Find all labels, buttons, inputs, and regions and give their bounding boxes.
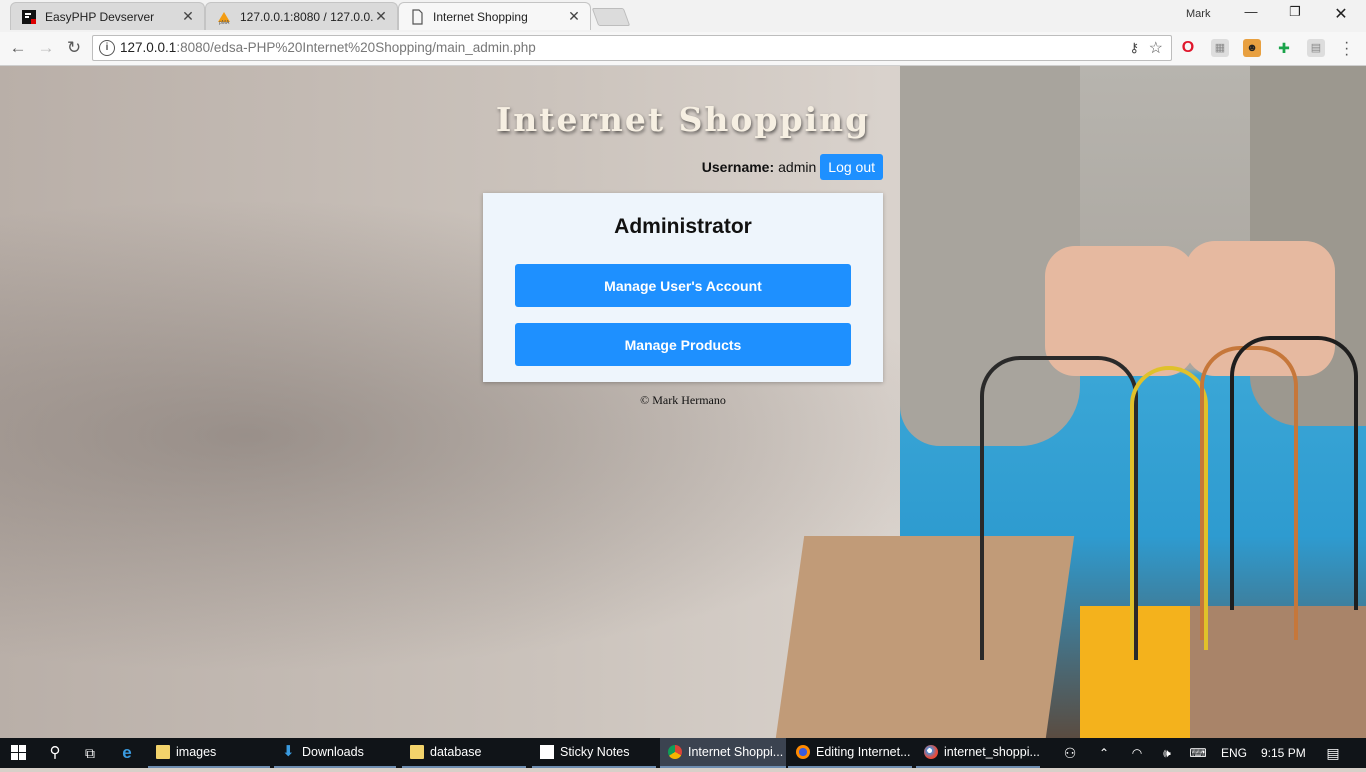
new-tab-button[interactable] <box>591 8 631 26</box>
minimize-icon[interactable]: — <box>1240 4 1262 24</box>
easyphp-icon <box>21 9 37 25</box>
taskbar-item-paint[interactable]: internet_shoppi... <box>916 738 1040 768</box>
phpmyadmin-icon: pMA <box>216 9 232 25</box>
windows-taskbar: ⚲ ⧉ e images ⬇ Downloads database Sticky… <box>0 738 1366 768</box>
tab-easyphp[interactable]: EasyPHP Devserver ✕ <box>10 2 205 30</box>
firefox-icon <box>796 745 810 759</box>
folder-icon <box>156 745 170 759</box>
taskbar-item-downloads[interactable]: ⬇ Downloads <box>274 738 396 768</box>
reload-icon[interactable]: ↻ <box>63 37 85 59</box>
input-method-icon[interactable]: ⌨ <box>1188 738 1208 768</box>
url-text[interactable]: 127.0.0.1:8080/edsa-PHP%20Internet%20Sho… <box>120 40 536 55</box>
key-icon[interactable]: ⚷ <box>1129 40 1139 56</box>
back-icon[interactable]: ← <box>7 37 29 59</box>
chevron-up-icon[interactable]: ⌃ <box>1096 738 1112 768</box>
taskbar-item-sticky-notes[interactable]: Sticky Notes <box>532 738 656 768</box>
page-icon <box>409 8 425 25</box>
address-bar[interactable]: i 127.0.0.1:8080/edsa-PHP%20Internet%20S… <box>92 35 1172 61</box>
profile-name[interactable]: Mark <box>1186 8 1210 20</box>
manage-products-button[interactable]: Manage Products <box>515 323 851 366</box>
download-icon: ⬇ <box>282 743 295 760</box>
chrome-icon <box>668 745 682 759</box>
taskbar-item-database[interactable]: database <box>402 738 526 768</box>
tab-title: Internet Shopping <box>433 9 528 24</box>
tab-title: 127.0.0.1:8080 / 127.0.0.1 <box>240 9 373 24</box>
taskbar-item-firefox[interactable]: Editing Internet... <box>788 738 912 768</box>
panel-title: Administrator <box>614 215 752 238</box>
restore-icon[interactable]: ❐ <box>1284 4 1306 24</box>
extension-face-icon[interactable]: ☻ <box>1243 39 1261 57</box>
language-indicator[interactable]: ENG <box>1221 738 1247 768</box>
background-photo <box>1130 366 1208 650</box>
browser-tab-bar: EasyPHP Devserver ✕ pMA 127.0.0.1:8080 /… <box>0 0 1366 32</box>
footer-copyright: © Mark Hermano <box>640 393 726 407</box>
wifi-icon[interactable]: ◠ <box>1128 738 1146 768</box>
volume-icon[interactable]: 🕪 <box>1158 738 1176 768</box>
clock[interactable]: 9:15 PM <box>1261 738 1306 768</box>
people-icon[interactable]: ⚇ <box>1061 738 1079 768</box>
tab-title: EasyPHP Devserver <box>45 9 155 24</box>
action-center-icon[interactable]: ▤ <box>1324 738 1342 768</box>
close-icon[interactable]: ✕ <box>180 8 196 25</box>
browser-toolbar: ← → ↻ i 127.0.0.1:8080/edsa-PHP%20Intern… <box>0 32 1366 66</box>
background-photo <box>980 356 1138 660</box>
background-photo <box>1230 336 1358 610</box>
taskbar-item-images[interactable]: images <box>148 738 270 768</box>
folder-icon <box>410 745 424 759</box>
close-icon[interactable]: ✕ <box>566 8 582 25</box>
extension-gray-icon[interactable]: ▤ <box>1307 39 1325 57</box>
opera-extension-icon[interactable]: O <box>1179 39 1197 57</box>
manage-users-button[interactable]: Manage User's Account <box>515 264 851 307</box>
logout-button[interactable]: Log out <box>820 154 883 180</box>
user-info: Username: admin Log out <box>702 154 883 180</box>
extension-puzzle-icon[interactable]: ✚ <box>1275 39 1293 57</box>
site-title: Internet Shopping <box>495 100 871 139</box>
tab-phpmyadmin[interactable]: pMA 127.0.0.1:8080 / 127.0.0.1 ✕ <box>205 2 398 30</box>
close-window-icon[interactable]: ✕ <box>1330 4 1352 24</box>
bookmark-star-icon[interactable]: ☆ <box>1149 38 1163 58</box>
paint-icon <box>924 745 938 759</box>
close-icon[interactable]: ✕ <box>373 8 389 25</box>
info-icon[interactable]: i <box>99 40 115 56</box>
page-content: Internet Shopping Username: admin Log ou… <box>0 66 1366 738</box>
sticky-notes-icon <box>540 745 554 759</box>
task-view-icon[interactable]: ⧉ <box>79 738 101 768</box>
username-value: admin <box>778 159 817 175</box>
windows-start-icon[interactable] <box>8 738 30 768</box>
search-icon[interactable]: ⚲ <box>44 738 66 768</box>
admin-panel: Administrator Manage User's Account Mana… <box>483 193 883 382</box>
taskbar-item-chrome[interactable]: Internet Shoppi... <box>660 738 786 768</box>
svg-text:pMA: pMA <box>219 20 230 25</box>
menu-icon[interactable]: · · · <box>1344 35 1349 63</box>
edge-icon[interactable]: e <box>116 738 138 768</box>
forward-icon[interactable]: → <box>35 37 57 59</box>
tab-internet-shopping[interactable]: Internet Shopping ✕ <box>398 2 591 30</box>
extension-icon[interactable]: ▦ <box>1211 39 1229 57</box>
username-label: Username: <box>701 159 775 175</box>
